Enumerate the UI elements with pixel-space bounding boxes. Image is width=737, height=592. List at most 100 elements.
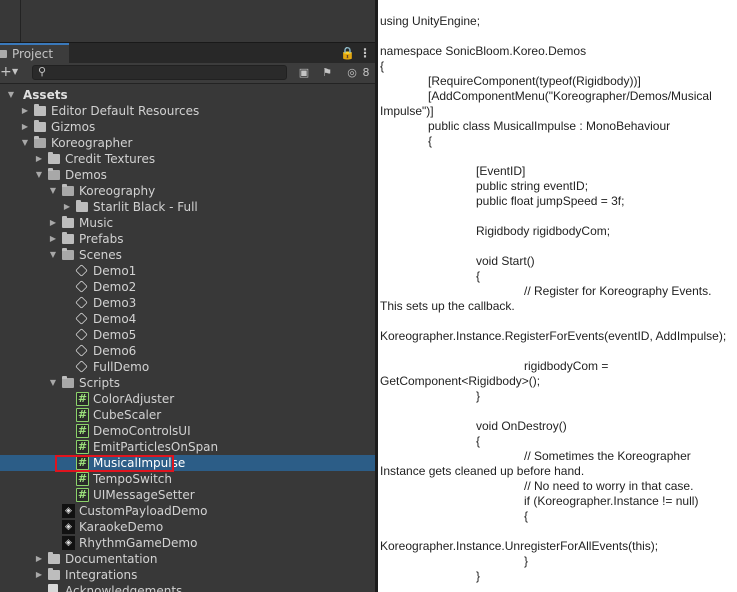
search-input[interactable]: ⚲ — [32, 65, 287, 80]
code-line: public string eventID; — [476, 179, 589, 193]
folder-icon — [34, 104, 46, 116]
tree-item-label: CubeScaler — [93, 408, 162, 422]
expand-arrow-right-icon[interactable]: ▶ — [62, 199, 72, 215]
tree-asset-item[interactable]: Demo3 — [0, 295, 375, 311]
expand-arrow-right-icon[interactable]: ▶ — [34, 151, 44, 167]
create-plus-button[interactable]: + — [0, 64, 12, 80]
lock-icon[interactable]: 🔒 — [340, 45, 355, 61]
tree-asset-item[interactable]: FullDemo — [0, 359, 375, 375]
tree-item-label: MusicalImpulse — [93, 456, 186, 470]
csharp-script-icon: # — [76, 392, 89, 406]
tree-folder-item[interactable]: ▶ Editor Default Resources — [0, 103, 375, 119]
tree-folder-item[interactable]: ▼ Assets — [0, 87, 375, 103]
tree-asset-item[interactable]: # MusicalImpulse — [0, 455, 375, 471]
tree-item-label: KaraokeDemo — [79, 520, 164, 534]
expand-arrow-down-icon[interactable]: ▼ — [48, 375, 58, 391]
tree-asset-item[interactable]: # TempoSwitch — [0, 471, 375, 487]
code-line: Koreographer.Instance.RegisterForEvents(… — [380, 329, 727, 343]
search-icon: ⚲ — [38, 65, 47, 78]
kebab-menu-icon[interactable]: ⋮ — [359, 45, 371, 61]
tree-item-label: DemoControlsUI — [93, 424, 191, 438]
folder-open-icon — [62, 248, 74, 260]
expand-arrow-down-icon[interactable]: ▼ — [34, 167, 44, 183]
tree-item-label: Demo5 — [93, 328, 137, 342]
folder-open-icon — [34, 136, 46, 148]
tree-item-label: Acknowledgements — [65, 584, 183, 592]
expand-arrow-right-icon[interactable]: ▶ — [20, 103, 30, 119]
hidden-packages-icon[interactable]: ◎ — [345, 65, 359, 81]
code-line: public class MusicalImpulse : MonoBehavi… — [428, 119, 671, 133]
tree-folder-item[interactable]: ▶ Music — [0, 215, 375, 231]
code-line: // Register for Koreography Events. — [524, 284, 712, 298]
tree-asset-item[interactable]: Demo1 — [0, 263, 375, 279]
tree-asset-item[interactable]: # EmitParticlesOnSpan — [0, 439, 375, 455]
tree-folder-item[interactable]: ▶ Starlit Black - Full — [0, 199, 375, 215]
expand-arrow-down-icon[interactable]: ▼ — [6, 87, 16, 103]
unity-scene-icon: ◈ — [62, 504, 75, 518]
tree-asset-item[interactable]: Demo6 — [0, 343, 375, 359]
tree-folder-item[interactable]: ▶ Gizmos — [0, 119, 375, 135]
tree-asset-item[interactable]: # UIMessageSetter — [0, 487, 375, 503]
tree-asset-item[interactable]: Demo2 — [0, 279, 375, 295]
code-line: namespace SonicBloom.Koreo.Demos — [380, 44, 587, 58]
code-line: } — [476, 569, 481, 583]
tree-folder-item[interactable]: ▶ Documentation — [0, 551, 375, 567]
tree-asset-item[interactable]: # DemoControlsUI — [0, 423, 375, 439]
expand-arrow-right-icon[interactable]: ▶ — [34, 567, 44, 583]
tree-asset-item[interactable]: # CubeScaler — [0, 407, 375, 423]
tree-asset-item[interactable]: ◈ RhythmGameDemo — [0, 535, 375, 551]
tree-item-label: EmitParticlesOnSpan — [93, 440, 219, 454]
tree-item-label: Demo3 — [93, 296, 137, 310]
tree-asset-item[interactable]: Demo5 — [0, 327, 375, 343]
tab-project-label: Project — [12, 47, 54, 61]
chevron-down-icon[interactable]: ▼ — [12, 67, 18, 76]
csharp-script-icon: # — [76, 440, 89, 454]
tree-folder-item[interactable]: ▶ Prefabs — [0, 231, 375, 247]
expand-arrow-right-icon[interactable]: ▶ — [48, 215, 58, 231]
tree-folder-item[interactable]: ▶ Integrations — [0, 567, 375, 583]
code-line: Rigidbody rigidbodyCom; — [476, 224, 611, 238]
tree-item-label: Koreographer — [51, 136, 133, 150]
tree-item-label: Scenes — [79, 248, 122, 262]
tree-folder-item[interactable]: ▶ Credit Textures — [0, 151, 375, 167]
expand-arrow-right-icon[interactable]: ▶ — [20, 119, 30, 135]
hidden-packages-count: 8 — [362, 66, 370, 79]
tree-folder-item[interactable]: ▼ Koreographer — [0, 135, 375, 151]
tree-folder-item[interactable]: ▼ Scripts — [0, 375, 375, 391]
tree-item-label: FullDemo — [93, 360, 150, 374]
expand-arrow-down-icon[interactable]: ▼ — [20, 135, 30, 151]
tree-asset-item[interactable]: # ColorAdjuster — [0, 391, 375, 407]
tree-item-label: RhythmGameDemo — [79, 536, 198, 550]
folder-open-icon — [62, 376, 74, 388]
code-line: void Start() — [476, 254, 535, 268]
code-line: Impulse")] — [380, 104, 434, 118]
folder-icon — [62, 216, 74, 228]
tree-asset-item[interactable]: ◈ CustomPayloadDemo — [0, 503, 375, 519]
code-line: Instance gets cleaned up before hand. — [380, 464, 585, 478]
tree-asset-item[interactable]: ◈ KaraokeDemo — [0, 519, 375, 535]
csharp-script-icon: # — [76, 456, 89, 470]
code-line: { — [476, 269, 481, 283]
tree-folder-item[interactable]: ▼ Demos — [0, 167, 375, 183]
tree-folder-item[interactable]: ▼ Koreography — [0, 183, 375, 199]
tree-item-label: Scripts — [79, 376, 121, 390]
code-view: using UnityEngine; namespace SonicBloom.K… — [378, 0, 737, 592]
expand-arrow-down-icon[interactable]: ▼ — [48, 183, 58, 199]
tree-item-label: Music — [79, 216, 114, 230]
code-line: { — [380, 59, 385, 73]
tree-item-label: Editor Default Resources — [51, 104, 200, 118]
csharp-script-icon: # — [76, 408, 89, 422]
code-line: void OnDestroy() — [476, 419, 567, 433]
tab-project[interactable]: Project — [0, 43, 69, 64]
expand-arrow-right-icon[interactable]: ▶ — [34, 551, 44, 567]
tree-asset-item[interactable]: Demo4 — [0, 311, 375, 327]
tree-folder-item[interactable]: ▼ Scenes — [0, 247, 375, 263]
expand-arrow-down-icon[interactable]: ▼ — [48, 247, 58, 263]
filter-by-label-icon[interactable]: ⚑ — [319, 65, 335, 81]
code-line: This sets up the callback. — [380, 299, 515, 313]
scene-icon — [75, 312, 88, 325]
tree-asset-item[interactable]: Acknowledgements — [0, 583, 375, 592]
tree-item-label: Documentation — [65, 552, 158, 566]
expand-arrow-right-icon[interactable]: ▶ — [48, 231, 58, 247]
filter-by-type-icon[interactable]: ▣ — [295, 65, 313, 81]
